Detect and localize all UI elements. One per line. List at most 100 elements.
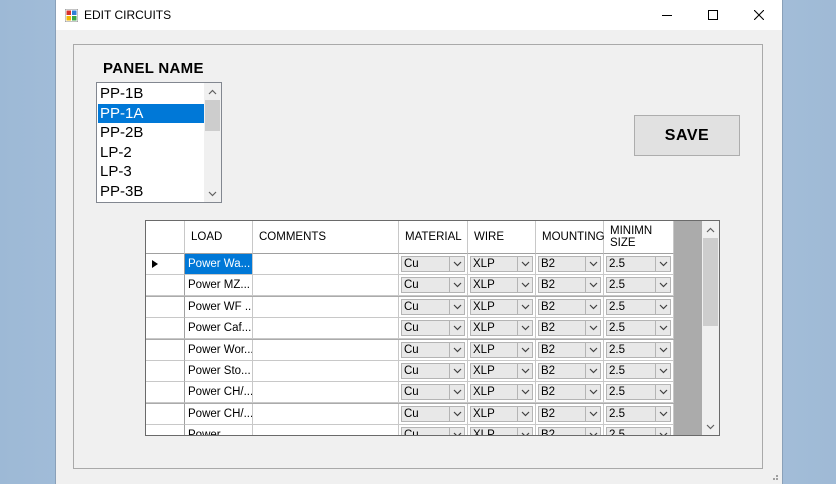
row-header[interactable] (146, 254, 185, 275)
mounting-combo[interactable]: B2 (536, 339, 604, 361)
load-cell[interactable]: Power CH/... (185, 382, 253, 404)
combo-dropdown-button[interactable] (585, 428, 600, 435)
combo-dropdown-button[interactable] (585, 406, 600, 421)
material-combo[interactable]: Cu (399, 296, 468, 318)
combo-box[interactable]: 2.5 (606, 277, 671, 294)
size-combo[interactable]: 2.5 (604, 339, 674, 361)
close-button[interactable] (736, 0, 782, 30)
panel-list-item[interactable]: PP-2B (98, 123, 205, 142)
combo-box[interactable]: Cu (401, 384, 465, 401)
combo-dropdown-button[interactable] (449, 257, 464, 271)
combo-dropdown-button[interactable] (655, 428, 670, 435)
combo-box[interactable]: XLP (470, 384, 533, 401)
comments-cell[interactable] (253, 425, 399, 435)
material-combo[interactable]: Cu (399, 425, 468, 435)
combo-box[interactable]: B2 (538, 427, 601, 435)
grid-scroll-down[interactable] (702, 418, 719, 435)
material-combo[interactable]: Cu (399, 318, 468, 340)
column-comments-header[interactable]: COMMENTS (253, 221, 399, 254)
wire-combo[interactable]: XLP (468, 403, 536, 425)
combo-dropdown-button[interactable] (517, 257, 532, 271)
row-header[interactable] (146, 403, 185, 425)
combo-dropdown-button[interactable] (449, 299, 464, 314)
mounting-combo[interactable]: B2 (536, 361, 604, 382)
combo-dropdown-button[interactable] (655, 299, 670, 314)
combo-dropdown-button[interactable] (655, 342, 670, 357)
wire-combo[interactable]: XLP (468, 425, 536, 435)
combo-dropdown-button[interactable] (517, 299, 532, 314)
combo-box[interactable]: Cu (401, 320, 465, 337)
combo-box[interactable]: XLP (470, 405, 533, 422)
wire-combo[interactable]: XLP (468, 254, 536, 275)
column-size-header[interactable]: MINIMN SIZE (604, 221, 674, 254)
combo-dropdown-button[interactable] (517, 428, 532, 435)
row-header[interactable] (146, 361, 185, 382)
size-combo[interactable]: 2.5 (604, 382, 674, 404)
comments-cell[interactable] (253, 275, 399, 297)
circuits-grid[interactable]: LOAD COMMENTS MATERIAL WIRE MOUNTING MINIMN S… (145, 220, 720, 436)
combo-box[interactable]: 2.5 (606, 298, 671, 315)
combo-box[interactable]: XLP (470, 256, 533, 272)
save-button[interactable]: SAVE (634, 115, 740, 156)
combo-box[interactable]: Cu (401, 298, 465, 315)
load-cell[interactable]: Power CH/... (185, 403, 253, 425)
combo-dropdown-button[interactable] (449, 385, 464, 400)
combo-box[interactable]: Cu (401, 341, 465, 358)
combo-box[interactable]: Cu (401, 427, 465, 435)
panel-list-item[interactable]: LP-3 (98, 162, 205, 181)
load-cell[interactable]: Power Wa... (185, 254, 253, 275)
combo-dropdown-button[interactable] (517, 406, 532, 421)
row-header[interactable] (146, 318, 185, 340)
load-cell[interactable]: Power MZ... (185, 275, 253, 297)
material-combo[interactable]: Cu (399, 254, 468, 275)
load-cell[interactable]: Power WF ... (185, 296, 253, 318)
column-load-header[interactable]: LOAD (185, 221, 253, 254)
size-combo[interactable]: 2.5 (604, 296, 674, 318)
maximize-button[interactable] (690, 0, 736, 30)
mounting-combo[interactable]: B2 (536, 318, 604, 340)
combo-box[interactable]: XLP (470, 427, 533, 435)
load-cell[interactable]: Power Sto... (185, 361, 253, 382)
combo-dropdown-button[interactable] (517, 321, 532, 336)
panel-list-item[interactable]: PP-1A (98, 103, 205, 123)
combo-box[interactable]: B2 (538, 363, 601, 379)
combo-dropdown-button[interactable] (449, 364, 464, 378)
combo-dropdown-button[interactable] (585, 385, 600, 400)
title-bar[interactable]: EDIT CIRCUITS (56, 0, 782, 30)
grid-scrollbar[interactable] (702, 221, 719, 435)
combo-dropdown-button[interactable] (585, 257, 600, 271)
row-header[interactable] (146, 382, 185, 404)
combo-box[interactable]: 2.5 (606, 363, 671, 379)
combo-dropdown-button[interactable] (585, 342, 600, 357)
combo-dropdown-button[interactable] (517, 342, 532, 357)
combo-box[interactable]: B2 (538, 256, 601, 272)
combo-dropdown-button[interactable] (517, 385, 532, 400)
comments-cell[interactable] (253, 339, 399, 361)
combo-dropdown-button[interactable] (585, 278, 600, 293)
size-combo[interactable]: 2.5 (604, 425, 674, 435)
load-cell[interactable]: Power ... (185, 425, 253, 435)
combo-dropdown-button[interactable] (655, 321, 670, 336)
material-combo[interactable]: Cu (399, 275, 468, 297)
comments-cell[interactable] (253, 254, 399, 275)
listbox-scroll-up[interactable] (204, 83, 221, 100)
panel-list-item[interactable]: PP-1B (98, 84, 205, 103)
mounting-combo[interactable]: B2 (536, 296, 604, 318)
row-header[interactable] (146, 275, 185, 297)
combo-box[interactable]: B2 (538, 320, 601, 337)
mounting-combo[interactable]: B2 (536, 425, 604, 435)
comments-cell[interactable] (253, 403, 399, 425)
combo-box[interactable]: 2.5 (606, 320, 671, 337)
resize-grip-icon[interactable] (769, 471, 779, 481)
comments-cell[interactable] (253, 382, 399, 404)
combo-dropdown-button[interactable] (655, 257, 670, 271)
combo-box[interactable]: XLP (470, 277, 533, 294)
combo-box[interactable]: 2.5 (606, 427, 671, 435)
combo-box[interactable]: B2 (538, 341, 601, 358)
load-cell[interactable]: Power Wor... (185, 339, 253, 361)
combo-dropdown-button[interactable] (449, 278, 464, 293)
combo-box[interactable]: 2.5 (606, 341, 671, 358)
combo-dropdown-button[interactable] (517, 364, 532, 378)
grid-scroll-up[interactable] (702, 221, 719, 238)
combo-dropdown-button[interactable] (449, 342, 464, 357)
